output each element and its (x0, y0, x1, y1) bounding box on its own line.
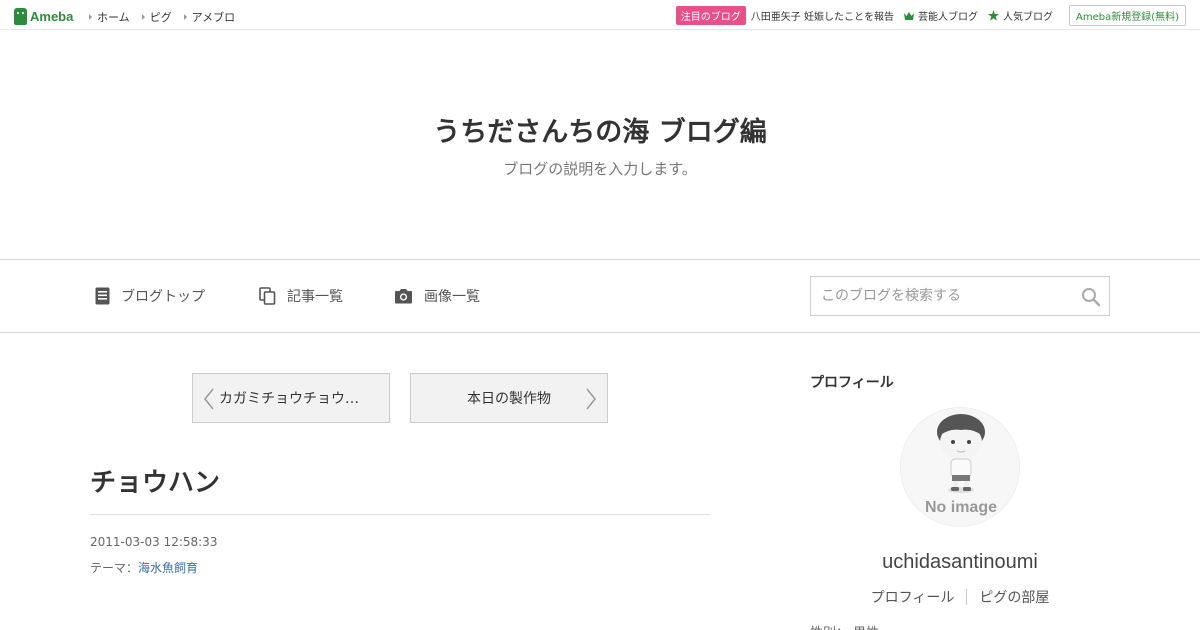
entry-theme: テーマ：海水魚飼育 (90, 559, 198, 576)
popular-blog-link[interactable]: 人気ブログ (987, 8, 1053, 23)
blog-description: ブログの説明を入力します。 (503, 160, 697, 178)
profile-heading: プロフィール (810, 375, 894, 391)
avatar[interactable]: No image (900, 407, 1020, 527)
nav-image-list-label: 画像一覧 (424, 289, 480, 305)
divider (966, 589, 968, 605)
blog-nav: ブログトップ 記事一覧 画像一覧 (0, 260, 1200, 333)
profile-link[interactable]: プロフィール (871, 587, 955, 607)
pigg-room-link[interactable]: ピグの部屋 (979, 587, 1049, 607)
hot-blog-link[interactable]: 八田亜矢子 妊娠したことを報告 (751, 8, 894, 23)
next-entry-button[interactable]: 本日の製作物 (410, 373, 608, 423)
theme-label: テーマ： (90, 561, 139, 575)
user-name[interactable]: uchidasantinoumi (810, 551, 1110, 574)
global-nav-home[interactable]: ホーム (89, 9, 130, 25)
blog-title[interactable]: うちださんちの海 ブログ編 (0, 110, 1200, 149)
no-image-label: No image (924, 499, 997, 516)
ameba-logo-icon (14, 7, 27, 25)
blog-header: うちださんちの海 ブログ編 ブログの説明を入力します。 (0, 30, 1200, 260)
nav-blog-top-label: ブログトップ (121, 289, 205, 305)
prev-entry-label: カガミチョウチョウ… (219, 391, 359, 407)
search-icon[interactable] (1081, 287, 1101, 307)
global-header: Ameba ホーム ピグ アメブロ 注目のブログ 八田亜矢子 妊娠したことを報告… (0, 0, 1200, 30)
prev-entry-button[interactable]: カガミチョウチョウ… (192, 373, 390, 423)
document-icon (95, 287, 110, 305)
global-nav-label: アメブロ (191, 11, 236, 24)
copy-icon (259, 287, 276, 305)
nav-blog-top[interactable]: ブログトップ (95, 286, 205, 306)
chevron-right-icon (586, 388, 596, 410)
profile-gender: 性別： 男性 (810, 622, 879, 630)
nav-image-list[interactable]: 画像一覧 (394, 286, 480, 306)
chevron-left-icon (204, 388, 214, 410)
entry-title[interactable]: チョウハン (90, 462, 220, 499)
profile-links: プロフィール ピグの部屋 (810, 587, 1110, 607)
entertainer-blog-label: 芸能人ブログ (917, 12, 978, 23)
star-icon (987, 10, 999, 21)
camera-icon (395, 289, 412, 304)
divider (90, 514, 710, 515)
triangle-icon (183, 14, 187, 20)
triangle-icon (141, 14, 145, 20)
nav-entry-list-label: 記事一覧 (287, 289, 343, 305)
global-nav-ameblo[interactable]: アメブロ (183, 9, 236, 25)
entertainer-blog-link[interactable]: 芸能人ブログ (903, 8, 978, 23)
hot-blog-badge: 注目のブログ (675, 6, 746, 25)
theme-link[interactable]: 海水魚飼育 (138, 561, 198, 575)
entry-date: 2011-03-03 12:58:33 (90, 535, 218, 549)
global-nav: ホーム ピグ アメブロ (89, 9, 247, 25)
crown-icon (903, 11, 914, 20)
blog-search (810, 276, 1110, 316)
triangle-icon (89, 14, 92, 20)
ameba-logo[interactable]: Ameba (14, 7, 73, 25)
header-right: 注目のブログ 八田亜矢子 妊娠したことを報告 芸能人ブログ 人気ブログ Ameb… (675, 5, 1186, 26)
signup-button[interactable]: Ameba新規登録(無料) (1068, 5, 1186, 26)
nav-entry-list[interactable]: 記事一覧 (259, 286, 343, 306)
logo-text: Ameba (30, 8, 74, 24)
popular-blog-label: 人気ブログ (1002, 12, 1053, 23)
next-entry-label: 本日の製作物 (467, 391, 551, 407)
search-input[interactable] (811, 277, 1071, 315)
global-nav-label: ホーム (97, 11, 130, 24)
global-nav-label: ピグ (149, 11, 172, 24)
global-nav-pigg[interactable]: ピグ (141, 9, 172, 25)
